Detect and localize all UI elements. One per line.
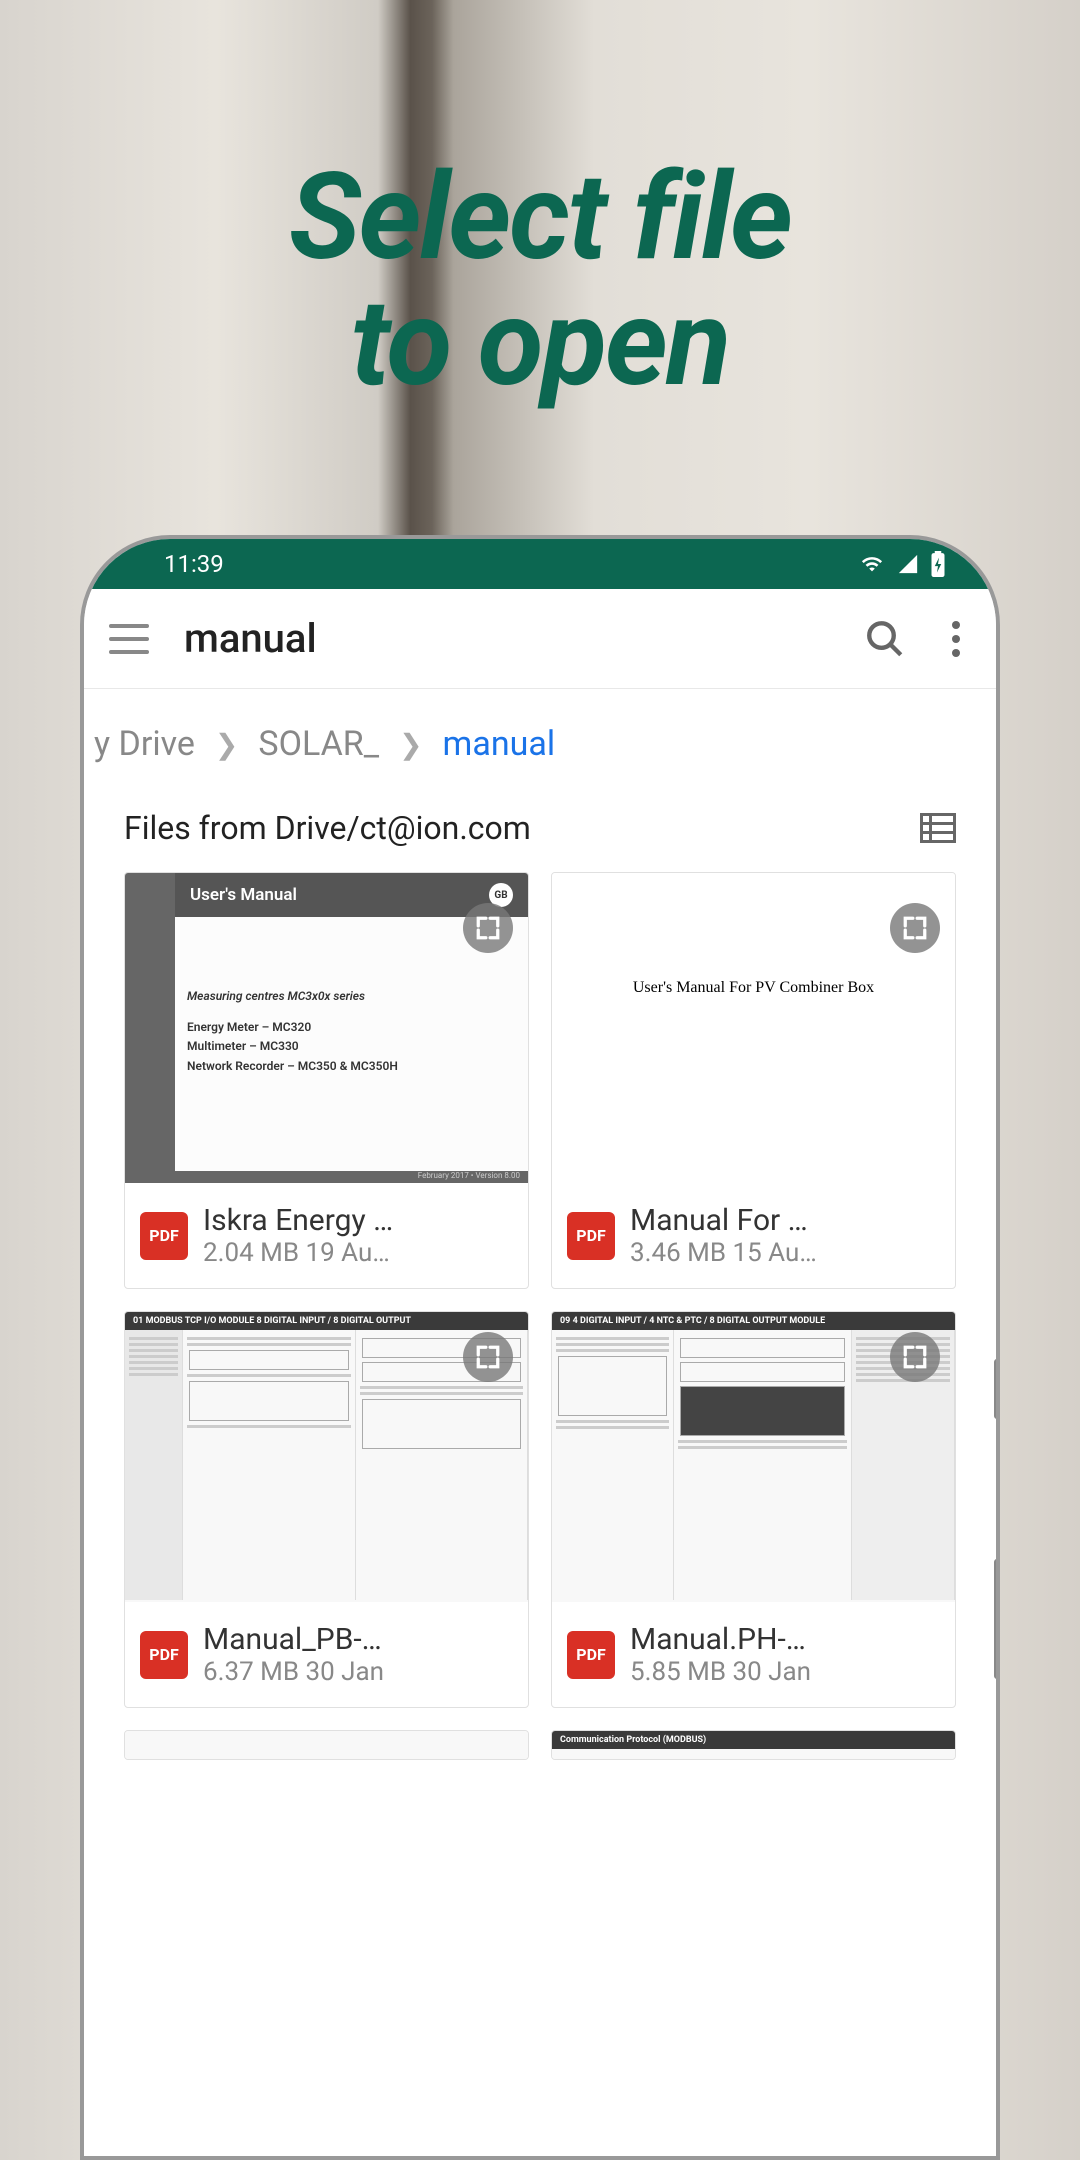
breadcrumb: y Drive ❯ SOLAR_ ❯ manual [84,689,996,799]
section-title: Files from Drive/ct@ion.com [124,809,531,847]
chevron-right-icon: ❯ [399,728,422,761]
file-meta: 3.46 MB 15 Au… [630,1238,940,1268]
file-title: Manual.PH-… [630,1622,940,1657]
expand-icon[interactable] [463,903,513,953]
expand-icon[interactable] [890,903,940,953]
phone-side-button [994,1359,1000,1419]
file-meta: 5.85 MB 30 Jan [630,1657,940,1687]
phone-frame: 11:39 manual y Drive ❯ SOLAR_ ❯ manual F… [80,535,1000,2160]
pdf-icon: PDF [140,1631,188,1679]
file-thumbnail: User's Manual For PV Combiner Box [552,873,955,1183]
file-card[interactable]: User's Manual GB Measuring centres MC3x0… [124,872,529,1289]
file-card[interactable]: 09 4 DIGITAL INPUT / 4 NTC & PTC / 8 DIG… [551,1311,956,1708]
wifi-icon [858,553,886,575]
signal-icon [896,553,920,575]
list-view-icon[interactable] [920,813,956,843]
more-menu-icon[interactable] [941,621,971,657]
file-card[interactable]: Communication Protocol (MODBUS) [551,1730,956,1760]
file-card[interactable] [124,1730,529,1760]
battery-charging-icon [930,551,946,577]
pdf-icon: PDF [567,1212,615,1260]
file-grid: User's Manual GB Measuring centres MC3x0… [84,872,996,1760]
search-icon[interactable] [864,618,906,660]
file-title: Iskra Energy … [203,1203,513,1238]
app-bar-title: manual [184,615,829,662]
menu-icon[interactable] [109,624,149,654]
file-meta: 6.37 MB 30 Jan [203,1657,513,1687]
status-bar: 11:39 [84,539,996,589]
section-header: Files from Drive/ct@ion.com [84,799,996,872]
breadcrumb-item-active[interactable]: manual [443,724,556,764]
file-thumbnail: 01 MODBUS TCP I/O MODULE 8 DIGITAL INPUT… [125,1312,528,1602]
breadcrumb-item[interactable]: y Drive [94,724,195,764]
phone-side-button [994,1559,1000,1679]
file-thumbnail: 09 4 DIGITAL INPUT / 4 NTC & PTC / 8 DIG… [552,1312,955,1602]
file-thumbnail: User's Manual GB Measuring centres MC3x0… [125,873,528,1183]
breadcrumb-item[interactable]: SOLAR_ [258,724,379,764]
file-card[interactable]: User's Manual For PV Combiner Box PDF Ma… [551,872,956,1289]
expand-icon[interactable] [463,1332,513,1382]
marketing-headline: Select file to open [0,155,1080,407]
pdf-icon: PDF [567,1631,615,1679]
expand-icon[interactable] [890,1332,940,1382]
file-title: Manual For … [630,1203,940,1238]
pdf-icon: PDF [140,1212,188,1260]
app-bar: manual [84,589,996,689]
file-card[interactable]: 01 MODBUS TCP I/O MODULE 8 DIGITAL INPUT… [124,1311,529,1708]
chevron-right-icon: ❯ [215,728,238,761]
file-meta: 2.04 MB 19 Au… [203,1238,513,1268]
file-title: Manual_PB-… [203,1622,513,1657]
status-time: 11:39 [134,550,224,578]
